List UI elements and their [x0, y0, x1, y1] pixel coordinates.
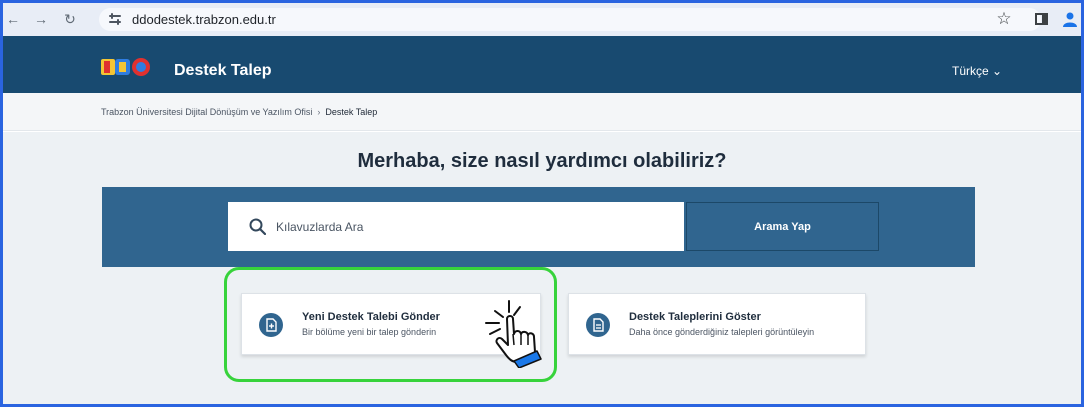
breadcrumb: Trabzon Üniversitesi Dijital Dönüşüm ve …: [101, 107, 377, 117]
hand-pointer-icon: [485, 300, 542, 368]
browser-toolbar: ← → ↻ ddodestek.trabzon.edu.tr ☆: [3, 3, 1081, 36]
breadcrumb-link-office[interactable]: Trabzon Üniversitesi Dijital Dönüşüm ve …: [101, 107, 312, 117]
search-icon: [249, 218, 266, 235]
search-button[interactable]: Arama Yap: [686, 202, 879, 251]
profile-icon[interactable]: [1062, 11, 1078, 27]
search-box[interactable]: [228, 202, 684, 251]
site-info-icon[interactable]: [109, 13, 121, 25]
breadcrumb-separator: ›: [317, 107, 321, 117]
document-list-icon: [586, 313, 610, 337]
view-requests-card[interactable]: Destek Taleplerini Göster Daha önce gönd…: [568, 293, 866, 355]
browser-window: ← → ↻ ddodestek.trabzon.edu.tr ☆ Destek …: [3, 3, 1081, 404]
back-arrow-icon[interactable]: ←: [3, 9, 23, 29]
page-headline: Merhaba, size nasıl yardımcı olabiliriz?: [357, 150, 727, 172]
url-text[interactable]: ddodestek.trabzon.edu.tr: [132, 12, 276, 27]
search-input[interactable]: [276, 219, 656, 235]
forward-arrow-icon[interactable]: →: [31, 9, 51, 29]
language-selector[interactable]: Türkçe ⌄: [952, 64, 1002, 78]
side-panel-icon[interactable]: [1035, 13, 1048, 25]
bookmark-star-icon[interactable]: ☆: [994, 9, 1014, 29]
reload-icon[interactable]: ↻: [60, 9, 80, 29]
main-content: Merhaba, size nasıl yardımcı olabiliriz?…: [3, 132, 1081, 404]
card-subtitle: Daha önce gönderdiğiniz talepleri görünt…: [629, 327, 815, 337]
site-brand-title[interactable]: Destek Talep: [174, 62, 272, 80]
breadcrumb-row: Trabzon Üniversitesi Dijital Dönüşüm ve …: [3, 93, 1081, 131]
ddo-logo[interactable]: [100, 57, 153, 77]
card-title: Destek Taleplerini Göster: [629, 311, 761, 323]
search-band: Arama Yap: [102, 187, 975, 267]
breadcrumb-current: Destek Talep: [325, 107, 378, 117]
site-header: Destek Talep Türkçe ⌄: [3, 36, 1081, 93]
